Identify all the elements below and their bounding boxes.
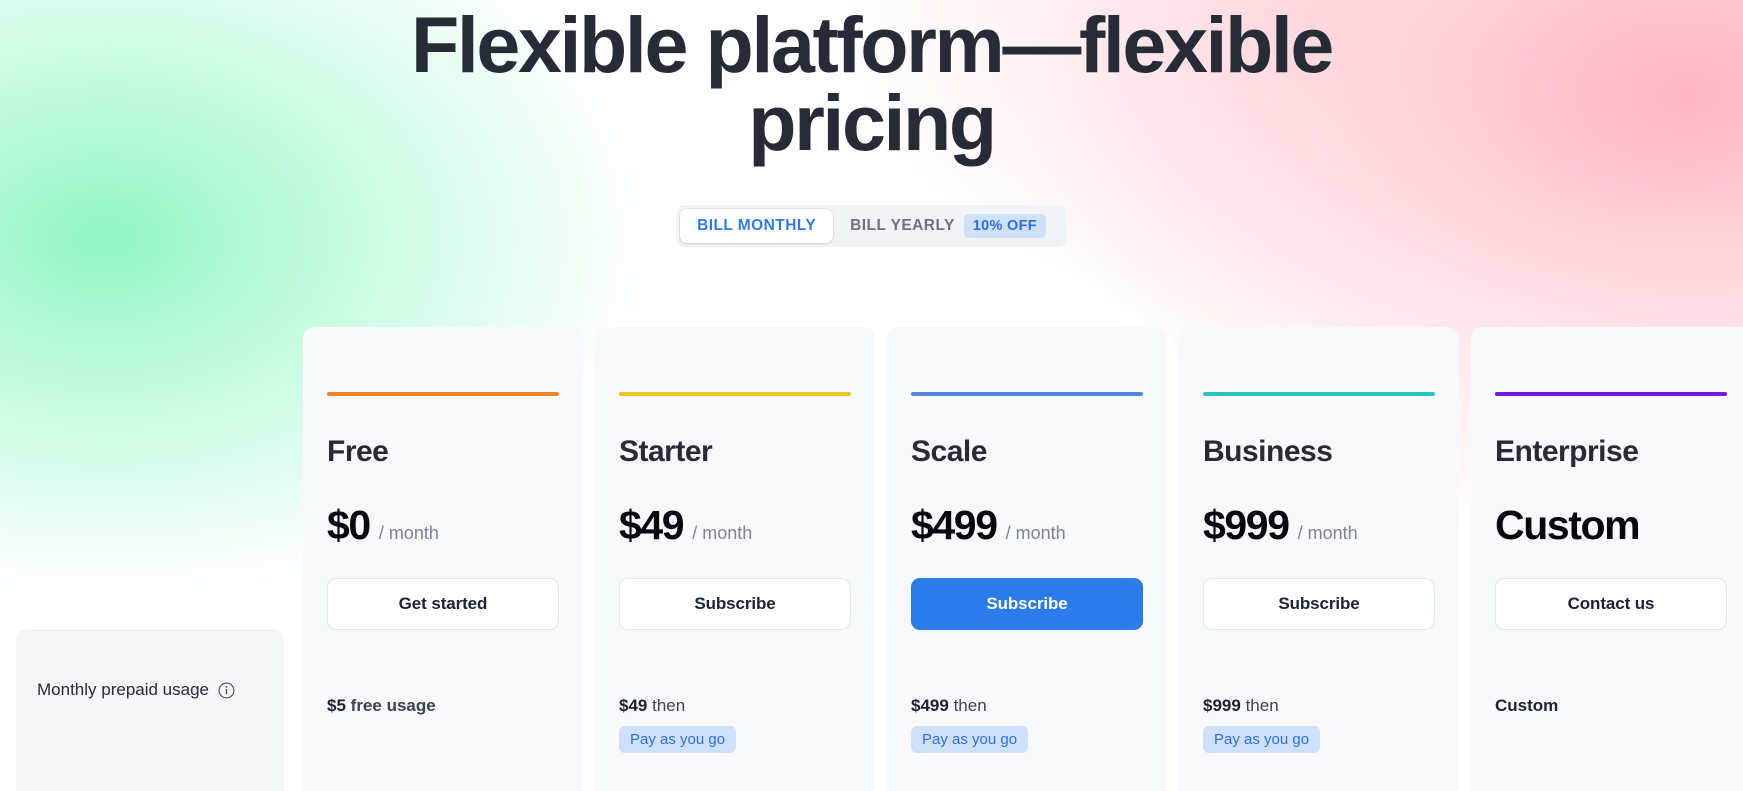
info-icon[interactable] — [218, 682, 235, 699]
usage-line-starter: $49 then — [619, 696, 851, 716]
cta-button-scale[interactable]: Subscribe — [911, 578, 1143, 630]
cta-button-free[interactable]: Get started — [327, 578, 559, 630]
accent-bar-starter — [619, 392, 851, 396]
toggle-bill-monthly[interactable]: BILL MONTHLY — [680, 209, 834, 244]
monthly-prepaid-usage-label: Monthly prepaid usage — [37, 680, 210, 699]
usage-line-free: $5 free usage — [327, 696, 559, 716]
cta-button-enterprise[interactable]: Contact us — [1495, 578, 1727, 630]
price-line-scale: $499 / month — [911, 502, 1143, 549]
payg-badge-starter: Pay as you go — [619, 726, 737, 753]
price-line-enterprise: Custom — [1495, 502, 1727, 549]
accent-bar-enterprise — [1495, 392, 1727, 396]
price-period-business: / month — [1297, 523, 1358, 543]
price-line-free: $0 / month — [327, 502, 559, 549]
plan-name-scale: Scale — [911, 435, 987, 468]
payg-badge-business: Pay as you go — [1203, 726, 1321, 753]
discount-badge: 10% OFF — [963, 214, 1046, 239]
billing-toggle-wrap: BILL MONTHLY BILL YEARLY 10% OFF — [0, 205, 1743, 248]
price-amount-starter: $49 — [619, 502, 685, 548]
usage-block-enterprise: Custom — [1495, 696, 1727, 716]
cta-button-business[interactable]: Subscribe — [1203, 578, 1435, 630]
payg-badge-scale: Pay as you go — [911, 726, 1029, 753]
price-amount-business: $999 — [1203, 502, 1290, 548]
price-period-free: / month — [378, 523, 439, 543]
pricing-cards-row: Free $0 / month Get started $5 free usag… — [303, 327, 1743, 791]
pricing-card-enterprise: Enterprise Custom Contact us Custom — [1471, 327, 1743, 791]
usage-block-starter: $49 then Pay as you go — [619, 696, 851, 753]
pricing-card-business: Business $999 / month Subscribe $999 the… — [1179, 327, 1459, 791]
plan-name-enterprise: Enterprise — [1495, 435, 1639, 468]
usage-suffix-scale: then — [953, 696, 987, 715]
toggle-bill-yearly-label: BILL YEARLY — [850, 217, 955, 235]
usage-amount-scale: $499 — [911, 696, 949, 715]
pricing-page: Flexible platform—flexible pricing BILL … — [0, 0, 1743, 791]
hero-section: Flexible platform—flexible pricing — [0, 0, 1743, 162]
plan-name-business: Business — [1203, 435, 1333, 468]
accent-bar-scale — [911, 392, 1143, 396]
price-period-scale: / month — [1005, 523, 1066, 543]
usage-line-business: $999 then — [1203, 696, 1435, 716]
billing-toggle[interactable]: BILL MONTHLY BILL YEARLY 10% OFF — [676, 205, 1067, 248]
price-line-business: $999 / month — [1203, 502, 1435, 549]
usage-amount-enterprise: Custom — [1495, 696, 1559, 715]
usage-block-scale: $499 then Pay as you go — [911, 696, 1143, 753]
price-amount-scale: $499 — [911, 502, 998, 548]
monthly-prepaid-usage-panel: Monthly prepaid usage — [16, 629, 284, 791]
toggle-bill-monthly-label: BILL MONTHLY — [697, 217, 817, 235]
pricing-card-scale: Scale $499 / month Subscribe $499 then P… — [887, 327, 1167, 791]
usage-line-scale: $499 then — [911, 696, 1143, 716]
accent-bar-free — [327, 392, 559, 396]
price-line-starter: $49 / month — [619, 502, 851, 549]
usage-block-free: $5 free usage — [327, 696, 559, 716]
usage-suffix-starter: then — [652, 696, 686, 715]
usage-block-business: $999 then Pay as you go — [1203, 696, 1435, 753]
page-title: Flexible platform—flexible pricing — [411, 0, 1334, 168]
usage-amount-business: $999 — [1203, 696, 1241, 715]
toggle-bill-yearly[interactable]: BILL YEARLY 10% OFF — [833, 209, 1063, 243]
usage-suffix-business: then — [1245, 696, 1279, 715]
price-period-starter: / month — [692, 523, 753, 543]
pricing-card-free: Free $0 / month Get started $5 free usag… — [303, 327, 583, 791]
usage-line-enterprise: Custom — [1495, 696, 1727, 716]
usage-suffix-free: free usage — [350, 696, 436, 715]
pricing-card-starter: Starter $49 / month Subscribe $49 then P… — [595, 327, 875, 791]
usage-amount-starter: $49 — [619, 696, 648, 715]
plan-name-free: Free — [327, 435, 389, 468]
accent-bar-business — [1203, 392, 1435, 396]
plan-name-starter: Starter — [619, 435, 713, 468]
cta-button-starter[interactable]: Subscribe — [619, 578, 851, 630]
usage-amount-free: $5 — [327, 696, 346, 715]
price-amount-enterprise: Custom — [1495, 502, 1641, 548]
monthly-prepaid-usage-row: Monthly prepaid usage — [37, 680, 235, 700]
price-amount-free: $0 — [327, 502, 371, 548]
